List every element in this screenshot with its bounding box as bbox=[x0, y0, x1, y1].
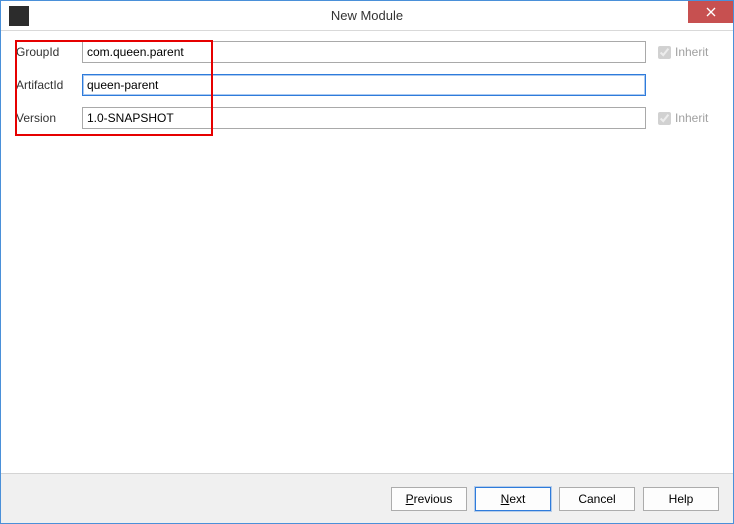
previous-button[interactable]: Previous bbox=[391, 487, 467, 511]
groupid-label: GroupId bbox=[16, 45, 82, 59]
groupid-inherit-label: Inherit bbox=[675, 45, 708, 59]
version-inherit-checkbox bbox=[658, 112, 671, 125]
next-button-rest: ext bbox=[509, 492, 525, 506]
groupid-inherit: Inherit bbox=[658, 45, 713, 59]
titlebar: New Module bbox=[1, 1, 733, 31]
version-label: Version bbox=[16, 111, 82, 125]
content-area: GroupId Inherit ArtifactId Version Inher… bbox=[1, 31, 733, 473]
close-button[interactable] bbox=[688, 1, 733, 23]
next-button[interactable]: Next bbox=[475, 487, 551, 511]
help-button[interactable]: Help bbox=[643, 487, 719, 511]
artifactid-input[interactable] bbox=[82, 74, 646, 96]
groupid-input[interactable] bbox=[82, 41, 646, 63]
button-bar: Previous Next Cancel Help bbox=[1, 473, 733, 523]
window-title: New Module bbox=[1, 8, 733, 23]
artifactid-row: ArtifactId bbox=[16, 74, 713, 96]
close-icon bbox=[706, 7, 716, 17]
artifactid-label: ArtifactId bbox=[16, 78, 82, 92]
version-inherit: Inherit bbox=[658, 111, 713, 125]
app-icon bbox=[9, 6, 29, 26]
version-inherit-label: Inherit bbox=[675, 111, 708, 125]
form-area: GroupId Inherit ArtifactId Version Inher… bbox=[16, 41, 713, 129]
previous-button-rest: revious bbox=[414, 492, 453, 506]
version-input[interactable] bbox=[82, 107, 646, 129]
groupid-inherit-checkbox bbox=[658, 46, 671, 59]
groupid-row: GroupId Inherit bbox=[16, 41, 713, 63]
cancel-button[interactable]: Cancel bbox=[559, 487, 635, 511]
version-row: Version Inherit bbox=[16, 107, 713, 129]
